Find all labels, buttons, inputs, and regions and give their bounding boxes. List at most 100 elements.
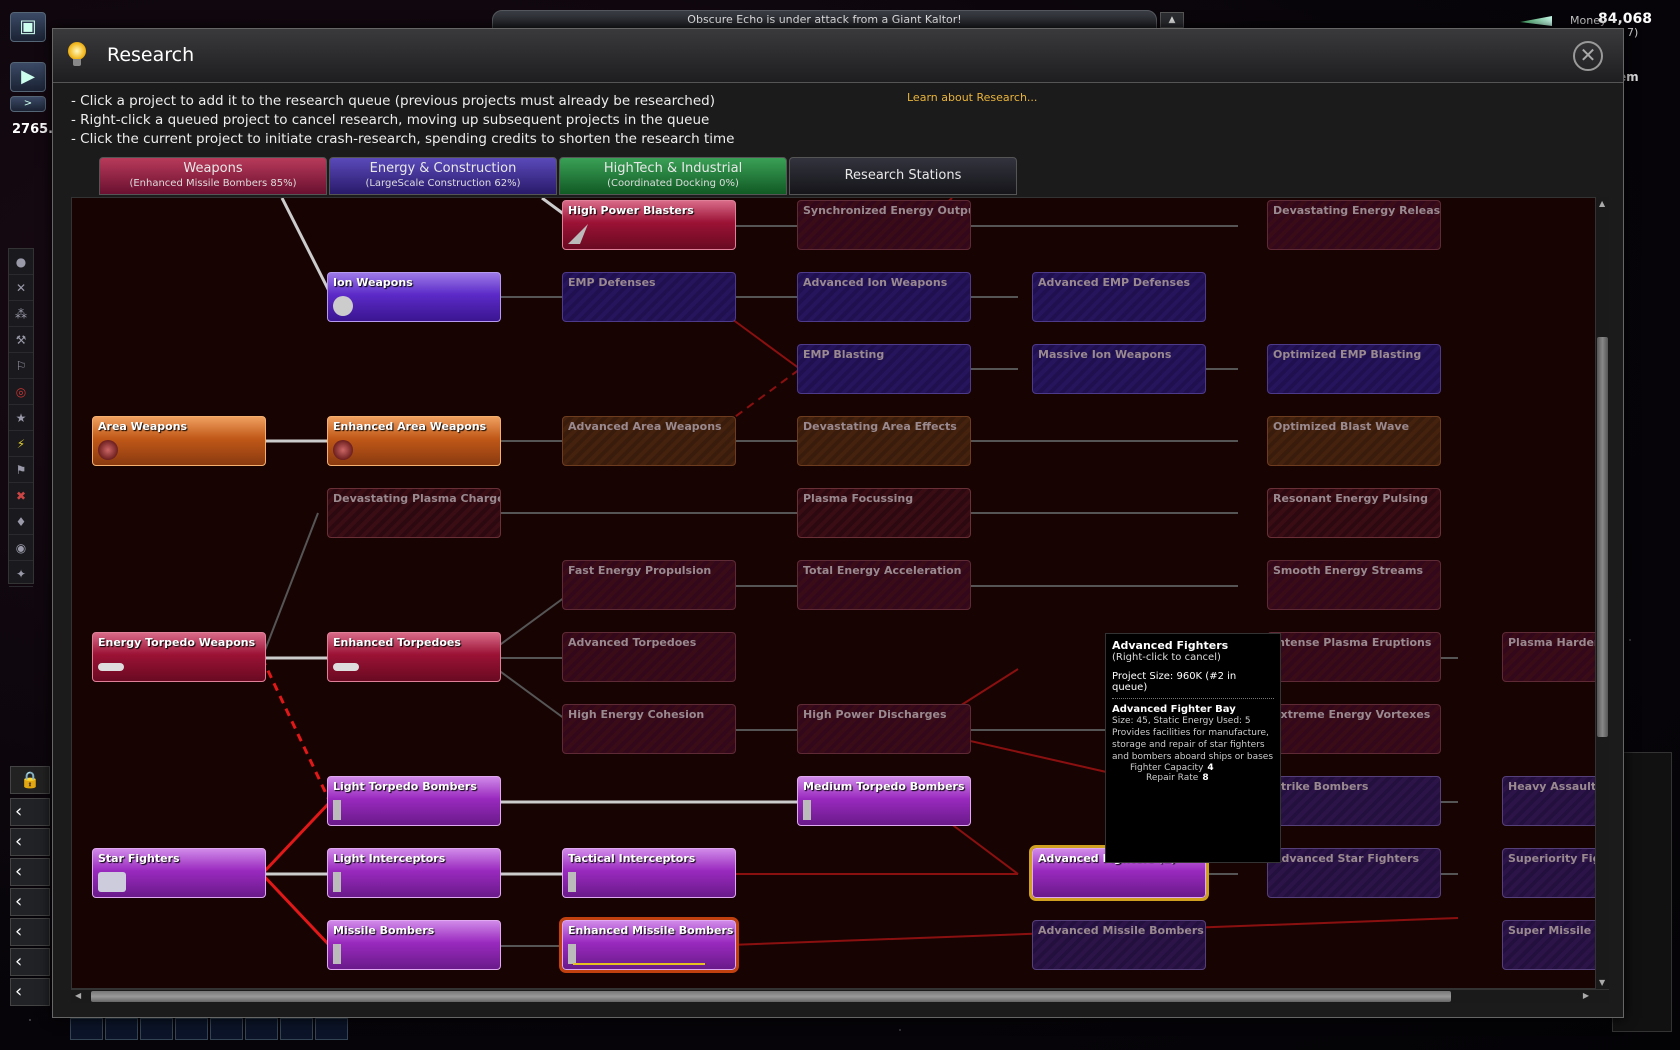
tab-hightech-industrial[interactable]: HighTech & Industrial (Coordinated Docki…: [559, 157, 787, 195]
scroll-down-icon[interactable]: ▼: [1599, 978, 1605, 987]
learn-about-research-link[interactable]: Learn about Research...: [907, 91, 1037, 104]
node-advanced-star-fighters[interactable]: Advanced Star Fighters: [1267, 848, 1441, 898]
lightning-icon[interactable]: ⚡: [9, 431, 33, 457]
node-fast-energy-propulsion[interactable]: Fast Energy Propulsion: [562, 560, 736, 610]
target-icon[interactable]: ◎: [9, 379, 33, 405]
node-advanced-missile-bombers[interactable]: Advanced Missile Bombers: [1032, 920, 1206, 970]
node-medium-torpedo-bombers[interactable]: Medium Torpedo Bombers: [797, 776, 971, 826]
node-emp-defenses[interactable]: EMP Defenses: [562, 272, 736, 322]
node-advanced-area-weapons[interactable]: Advanced Area Weapons: [562, 416, 736, 466]
node-label: Advanced Torpedoes: [568, 636, 697, 649]
notification-arrow-button[interactable]: ▲: [1160, 12, 1184, 28]
node-label: Star Fighters: [98, 852, 180, 865]
scroll-left-icon[interactable]: ◀: [75, 991, 81, 1000]
node-advanced-torpedoes[interactable]: Advanced Torpedoes: [562, 632, 736, 682]
bottom-tile[interactable]: [245, 1018, 278, 1040]
node-high-energy-cohesion[interactable]: High Energy Cohesion: [562, 704, 736, 754]
bottom-tile[interactable]: [280, 1018, 313, 1040]
computer-icon[interactable]: ▣: [10, 12, 46, 42]
instruction-line-3: - Click the current project to initiate …: [71, 131, 735, 147]
node-star-fighters[interactable]: Star Fighters: [92, 848, 266, 898]
tooltip-component-name: Advanced Fighter Bay: [1112, 704, 1236, 715]
nav-button-6[interactable]: ‹: [10, 948, 50, 976]
node-advanced-ion-weapons[interactable]: Advanced Ion Weapons: [797, 272, 971, 322]
node-light-torpedo-bombers[interactable]: Light Torpedo Bombers: [327, 776, 501, 826]
star-icon[interactable]: ★: [9, 405, 33, 431]
nav-button-2[interactable]: ‹: [10, 828, 50, 856]
bottom-tile[interactable]: [175, 1018, 208, 1040]
nav-button-1[interactable]: ‹: [10, 798, 50, 826]
horizontal-scrollbar[interactable]: ◀ ▶: [71, 989, 1609, 1003]
node-area-weapons[interactable]: Area Weapons: [92, 416, 266, 466]
flag-icon[interactable]: ⚑: [9, 457, 33, 483]
node-strike-bombers[interactable]: Strike Bombers: [1267, 776, 1441, 826]
expand-button[interactable]: >: [10, 96, 46, 112]
tab-weapons[interactable]: Weapons (Enhanced Missile Bombers 85%): [99, 157, 327, 195]
node-superiority-fighters[interactable]: Superiority Fight: [1502, 848, 1608, 898]
tab-weapons-label: Weapons: [183, 161, 243, 176]
node-devastating-plasma-charge[interactable]: Devastating Plasma Charge: [327, 488, 501, 538]
bottom-tile[interactable]: [210, 1018, 243, 1040]
node-devastating-energy-release[interactable]: Devastating Energy Release: [1267, 200, 1441, 250]
lock-icon[interactable]: 🔒: [10, 766, 50, 794]
node-label: Optimized Blast Wave: [1273, 420, 1410, 433]
settings-icon[interactable]: ✦: [9, 561, 33, 587]
node-massive-ion-weapons[interactable]: Massive Ion Weapons: [1032, 344, 1206, 394]
node-super-missile-bombers[interactable]: Super Missile Bo: [1502, 920, 1609, 970]
node-high-power-blasters[interactable]: High Power Blasters: [562, 200, 736, 250]
node-total-energy-acceleration[interactable]: Total Energy Acceleration: [797, 560, 971, 610]
notification-bar[interactable]: Obscure Echo is under attack from a Gian…: [492, 10, 1157, 30]
scroll-right-icon[interactable]: ▶: [1583, 991, 1589, 1000]
close-button[interactable]: ✕: [1573, 41, 1603, 71]
node-missile-bombers[interactable]: Missile Bombers: [327, 920, 501, 970]
vertical-scrollbar[interactable]: ▲ ▼: [1595, 197, 1609, 989]
nav-button-5[interactable]: ‹: [10, 918, 50, 946]
node-smooth-energy-streams[interactable]: Smooth Energy Streams: [1267, 560, 1441, 610]
nav-button-4[interactable]: ‹: [10, 888, 50, 916]
bottom-tile[interactable]: [140, 1018, 173, 1040]
ship-icon[interactable]: ✕: [9, 275, 33, 301]
node-intense-plasma-eruptions[interactable]: Intense Plasma Eruptions: [1267, 632, 1441, 682]
bottom-tile[interactable]: [70, 1018, 103, 1040]
node-synchronized-energy-output[interactable]: Synchronized Energy Output: [797, 200, 971, 250]
research-tooltip: Advanced Fighters (Right-click to cancel…: [1105, 633, 1281, 863]
node-advanced-emp-defenses[interactable]: Advanced EMP Defenses: [1032, 272, 1206, 322]
vertical-scroll-thumb[interactable]: [1597, 337, 1608, 737]
planet-icon[interactable]: ●: [9, 249, 33, 275]
node-emp-blasting[interactable]: EMP Blasting: [797, 344, 971, 394]
node-optimized-emp-blasting[interactable]: Optimized EMP Blasting: [1267, 344, 1441, 394]
bottom-tile[interactable]: [315, 1018, 348, 1040]
node-enhanced-torpedoes[interactable]: Enhanced Torpedoes: [327, 632, 501, 682]
weapons-icon[interactable]: ✖: [9, 483, 33, 509]
node-plasma-focussing[interactable]: Plasma Focussing: [797, 488, 971, 538]
node-devastating-area-effects[interactable]: Devastating Area Effects: [797, 416, 971, 466]
node-enhanced-missile-bombers[interactable]: Enhanced Missile Bombers (1): [559, 917, 739, 973]
horizontal-scroll-thumb[interactable]: [91, 991, 1451, 1002]
play-icon[interactable]: ▶: [10, 62, 46, 92]
node-optimized-blast-wave[interactable]: Optimized Blast Wave: [1267, 416, 1441, 466]
node-enhanced-area-weapons[interactable]: Enhanced Area Weapons: [327, 416, 501, 466]
node-ion-weapons[interactable]: Ion Weapons: [327, 272, 501, 322]
node-plasma-hardening[interactable]: Plasma Hardenin: [1502, 632, 1609, 682]
tab-energy-construction[interactable]: Energy & Construction (LargeScale Constr…: [329, 157, 557, 195]
tab-research-stations[interactable]: Research Stations: [789, 157, 1017, 195]
node-tactical-interceptors[interactable]: Tactical Interceptors: [562, 848, 736, 898]
nav-button-7[interactable]: ‹: [10, 978, 50, 1006]
research-icon[interactable]: ♦: [9, 509, 33, 535]
node-label: Super Missile Bo: [1508, 924, 1609, 937]
bomber-icon: [803, 800, 811, 820]
node-label: Plasma Hardenin: [1508, 636, 1609, 649]
node-energy-torpedo-weapons[interactable]: Energy Torpedo Weapons: [92, 632, 266, 682]
node-heavy-assault-bombers[interactable]: Heavy Assault Bo: [1502, 776, 1608, 826]
node-high-power-discharges[interactable]: High Power Discharges: [797, 704, 971, 754]
nav-button-3[interactable]: ‹: [10, 858, 50, 886]
fleet-icon[interactable]: ⁂: [9, 301, 33, 327]
construction-icon[interactable]: ⚒: [9, 327, 33, 353]
miner-icon[interactable]: ⚐: [9, 353, 33, 379]
scroll-up-icon[interactable]: ▲: [1599, 199, 1605, 208]
bottom-tile[interactable]: [105, 1018, 138, 1040]
node-light-interceptors[interactable]: Light Interceptors: [327, 848, 501, 898]
globe-icon[interactable]: ◉: [9, 535, 33, 561]
node-resonant-energy-pulsing[interactable]: Resonant Energy Pulsing: [1267, 488, 1441, 538]
node-extreme-energy-vortexes[interactable]: Extreme Energy Vortexes: [1267, 704, 1441, 754]
